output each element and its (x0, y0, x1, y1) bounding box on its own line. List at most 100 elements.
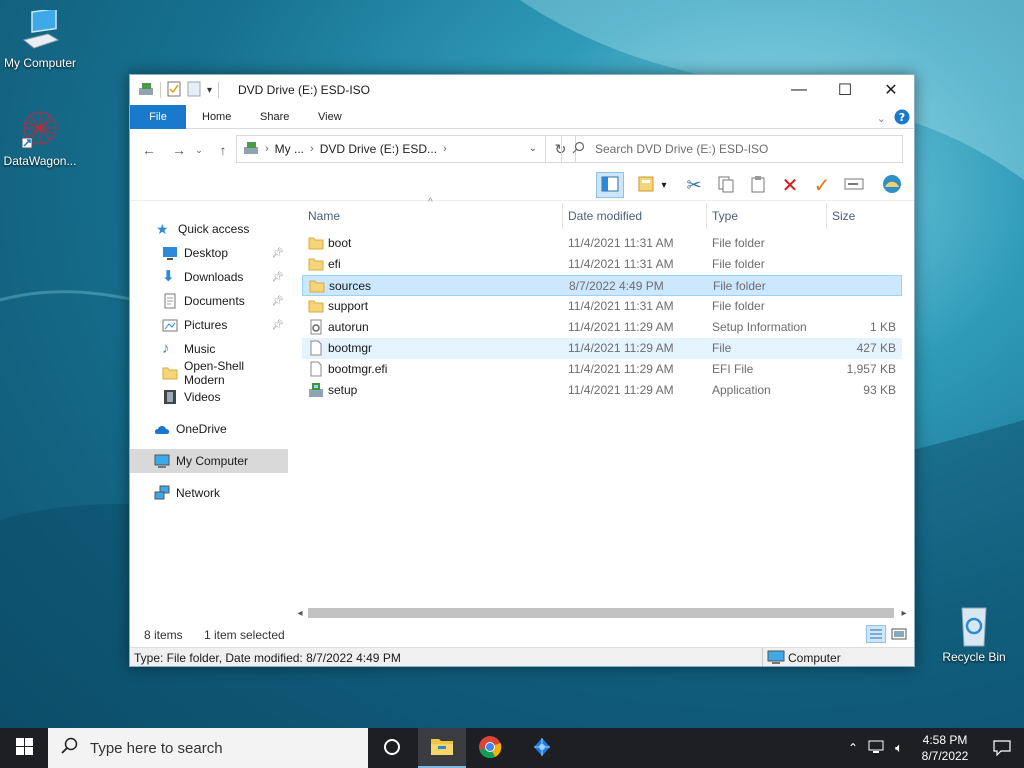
show-hidden-icons-icon[interactable]: ⌃ (842, 741, 864, 755)
clock[interactable]: 4:58 PM 8/7/2022 (910, 732, 980, 764)
nav-quick-access[interactable]: ★ Quick access (130, 217, 288, 241)
delete-button[interactable]: ✕ (776, 172, 804, 198)
task-view-button[interactable] (368, 728, 416, 768)
address-dropdown-icon[interactable]: ⌄ (529, 143, 537, 154)
pin-icon[interactable]: 📌︎ (271, 296, 284, 307)
tab-file[interactable]: File (130, 105, 186, 129)
scroll-left-arrow-icon[interactable]: ◂ (292, 605, 308, 621)
pin-icon[interactable]: 📌︎ (271, 272, 284, 283)
pin-icon[interactable]: 📌︎ (271, 248, 284, 259)
desktop-icon-datawagon[interactable]: DataWagon... (0, 108, 80, 168)
taskbar-file-explorer[interactable] (418, 728, 466, 768)
selection-count: 1 item selected (204, 628, 285, 642)
customize-toolbar-icon[interactable]: ▾ (207, 85, 212, 96)
folder-icon (308, 235, 324, 251)
tab-view[interactable]: View (304, 105, 356, 129)
desktop-icon-recycle-bin[interactable]: Recycle Bin (934, 604, 1014, 664)
up-button[interactable]: ↑ (212, 139, 234, 161)
file-row[interactable]: sources 8/7/2022 4:49 PM File folder (302, 275, 902, 296)
network-status-icon[interactable] (864, 740, 888, 757)
pin-icon[interactable]: 📌︎ (271, 320, 284, 331)
nav-documents[interactable]: Documents 📌︎ (130, 289, 288, 313)
expand-ribbon-icon[interactable]: ⌄ (877, 112, 886, 125)
help-icon[interactable]: ? (894, 109, 910, 128)
taskbar-chrome[interactable] (466, 728, 514, 768)
rename-icon (844, 177, 864, 194)
file-size: 1,957 KB (846, 362, 896, 376)
layout-pane-icon (601, 176, 619, 195)
navigation-pane-button[interactable] (596, 172, 624, 198)
rename-button[interactable] (840, 172, 868, 198)
file-name: autorun (328, 320, 369, 334)
chevron-down-icon: ⌄ (195, 144, 203, 155)
file-row[interactable]: support 11/4/2021 11:31 AM File folder (302, 296, 902, 317)
scrollbar-thumb[interactable] (308, 608, 894, 618)
search-icon (572, 141, 585, 157)
file-name: setup (328, 383, 358, 397)
file-size: 1 KB (869, 320, 896, 334)
taskbar-search-input[interactable]: Type here to search (90, 740, 223, 757)
file-row[interactable]: bootmgr.efi 11/4/2021 11:29 AM EFI File 1,9… (302, 359, 902, 380)
file-row[interactable]: bootmgr 11/4/2021 11:29 AM File 427 KB (302, 338, 902, 359)
file-row[interactable]: efi 11/4/2021 11:31 AM File folder (302, 254, 902, 275)
nav-onedrive[interactable]: OneDrive (130, 417, 288, 441)
taskbar-network-app[interactable] (518, 728, 566, 768)
nav-label: Quick access (178, 222, 250, 236)
nav-pictures[interactable]: Pictures 📌︎ (130, 313, 288, 337)
file-row[interactable]: autorun 11/4/2021 11:29 AM Setup Informati… (302, 317, 902, 338)
computer-icon (767, 650, 785, 666)
network-graph-icon (530, 735, 554, 762)
column-header-date[interactable]: Date modified (562, 203, 702, 229)
breadcrumb-dvd-drive[interactable]: DVD Drive (E:) ESD... (320, 142, 437, 156)
nav-open-shell[interactable]: Open-Shell Modern (130, 359, 288, 387)
view-options-dropdown[interactable]: ▾ (658, 172, 670, 198)
properties-button[interactable]: ✓ (808, 172, 836, 198)
volume-icon[interactable]: 🔈︎ (888, 740, 910, 756)
close-button[interactable]: ✕ (868, 75, 914, 105)
desktop-icon-my-computer[interactable]: My Computer (0, 7, 80, 70)
new-folder-icon[interactable] (187, 81, 201, 100)
settings-button[interactable] (878, 172, 906, 198)
nav-music[interactable]: ♪ Music (130, 337, 288, 361)
file-row[interactable]: boot 11/4/2021 11:31 AM File folder (302, 233, 902, 254)
file-type: File (712, 341, 732, 355)
tab-share[interactable]: Share (246, 105, 303, 129)
cut-button[interactable]: ✂ (680, 172, 708, 198)
file-date: 11/4/2021 11:29 AM (568, 341, 674, 355)
nav-downloads[interactable]: ⬇ Downloads 📌︎ (130, 265, 288, 289)
address-bar[interactable]: › My ... › DVD Drive (E:) ESD... › ⌄ (236, 135, 546, 163)
properties-icon[interactable] (167, 81, 181, 100)
search-box[interactable]: Search DVD Drive (E:) ESD-ISO (561, 135, 903, 163)
scroll-right-arrow-icon[interactable]: ▸ (896, 605, 912, 621)
paste-button[interactable] (744, 172, 772, 198)
clock-time: 4:58 PM (922, 733, 968, 747)
taskbar-search-box[interactable]: Type here to search (48, 728, 368, 768)
details-view-button[interactable] (866, 625, 886, 646)
maximize-button[interactable]: ☐ (822, 75, 868, 105)
column-header-size[interactable]: Size (826, 203, 906, 229)
back-button[interactable]: ← (138, 139, 160, 161)
recent-locations-button[interactable]: ⌄ (192, 139, 206, 161)
forward-button[interactable]: → (168, 139, 190, 161)
column-header-name[interactable]: Name (302, 203, 560, 229)
action-center-icon[interactable] (980, 740, 1024, 756)
file-row[interactable]: setup 11/4/2021 11:29 AM Application 93 KB (302, 380, 902, 401)
column-header-type[interactable]: Type (706, 203, 826, 229)
nav-my-computer[interactable]: My Computer (130, 449, 288, 473)
tab-home[interactable]: Home (188, 105, 245, 129)
start-button[interactable] (0, 728, 48, 768)
view-options-button[interactable] (632, 172, 660, 198)
horizontal-scrollbar[interactable]: ◂ ▸ (292, 605, 912, 621)
nav-network[interactable]: Network (130, 481, 288, 505)
file-name: boot (328, 236, 352, 250)
minimize-button[interactable]: — (776, 75, 822, 105)
file-date: 11/4/2021 11:31 AM (568, 257, 674, 271)
search-input[interactable]: Search DVD Drive (E:) ESD-ISO (595, 142, 768, 156)
title-bar[interactable]: ▾ DVD Drive (E:) ESD-ISO — ☐ ✕ (130, 75, 914, 105)
nav-videos[interactable]: Videos (130, 385, 288, 409)
large-icons-view-button[interactable] (890, 625, 908, 646)
file-size: 93 KB (863, 383, 896, 397)
nav-desktop[interactable]: Desktop 📌︎ (130, 241, 288, 265)
copy-button[interactable] (712, 172, 740, 198)
breadcrumb-my-computer[interactable]: My ... (275, 142, 304, 156)
